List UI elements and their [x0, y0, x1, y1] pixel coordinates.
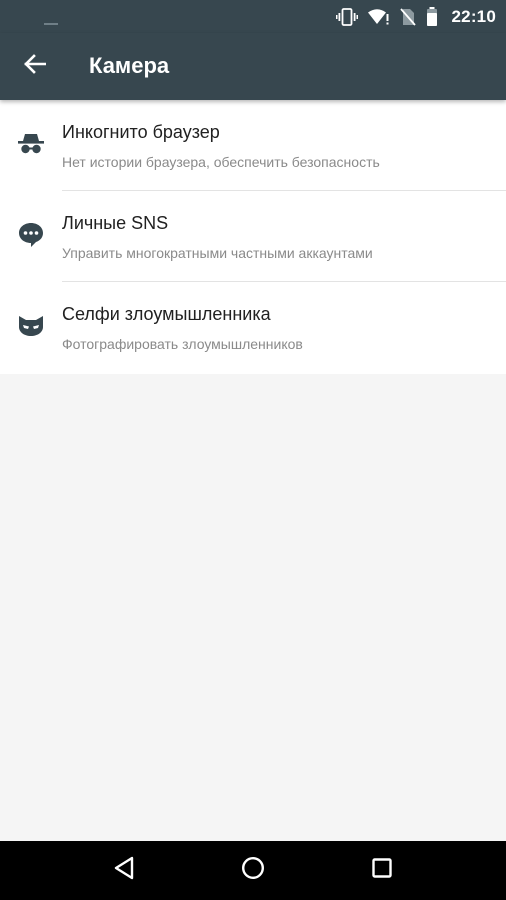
list-item-subtitle: Управить многократными частными аккаунта… — [62, 245, 373, 261]
arrow-back-icon — [24, 53, 47, 79]
status-bar: 22:10 — [0, 0, 506, 33]
incognito-icon — [18, 131, 44, 157]
list-item-subtitle: Фотографировать злоумышленников — [62, 336, 303, 352]
list-item-intruder-selfie[interactable]: Селфи злоумышленника Фотографировать зло… — [0, 282, 506, 373]
nav-home-button[interactable] — [229, 847, 277, 895]
chat-bubble-icon — [18, 222, 44, 248]
page-title: Камера — [89, 53, 170, 78]
no-sim-icon — [399, 7, 416, 26]
back-triangle-icon — [113, 856, 135, 885]
status-time: 22:10 — [451, 6, 496, 26]
list-item-incognito-browser[interactable]: Инкогнито браузер Нет истории браузера, … — [0, 100, 506, 191]
app-bar: Камера — [0, 33, 506, 100]
recents-square-icon — [371, 857, 393, 884]
list-item-private-sns[interactable]: Личные SNS Управить многократными частны… — [0, 191, 506, 282]
navigation-bar — [0, 841, 506, 900]
notification-indicator — [44, 23, 58, 25]
list-item-title: Инкогнито браузер — [62, 122, 220, 142]
home-circle-icon — [241, 856, 265, 885]
list-item-subtitle: Нет истории браузера, обеспечить безопас… — [62, 154, 380, 170]
mask-icon — [18, 313, 44, 339]
vibrate-icon — [335, 7, 358, 26]
nav-back-button[interactable] — [100, 847, 148, 895]
wifi-icon — [367, 8, 390, 26]
nav-recents-button[interactable] — [358, 847, 406, 895]
list-item-title: Личные SNS — [62, 213, 169, 233]
status-icons: 22:10 — [335, 0, 496, 33]
back-button[interactable] — [14, 45, 56, 87]
list-item-title: Селфи злоумышленника — [62, 304, 271, 324]
screen: 22:10 Камера Инкогнито браузер Нет истор… — [0, 0, 506, 900]
battery-icon — [426, 6, 438, 27]
feature-list: Инкогнито браузер Нет истории браузера, … — [0, 100, 506, 374]
